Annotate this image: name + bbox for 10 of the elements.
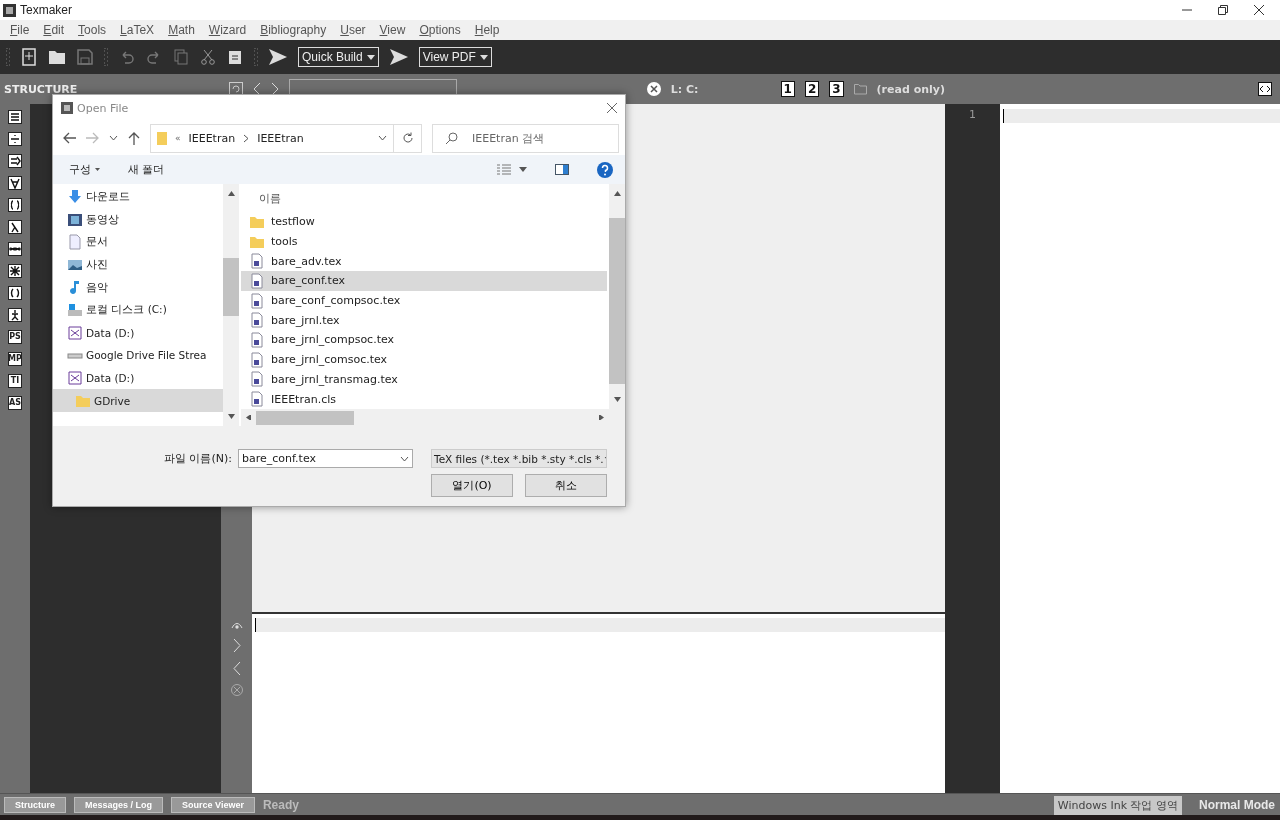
file-state: (read only) — [876, 82, 945, 96]
cursor-position: L: C: — [670, 82, 699, 96]
dialog-title: Open File — [77, 101, 129, 115]
file-name-label: 파일 이름(N): — [164, 451, 232, 466]
window-title: Texmaker — [20, 3, 72, 17]
panel-title: STRUCTURE — [4, 82, 78, 96]
line-number: 1 — [968, 108, 977, 121]
status-text: Ready — [262, 797, 299, 812]
tooltip: Windows Ink 작업 영역 — [1053, 796, 1182, 815]
editor-mode: Normal Mode — [1199, 797, 1275, 812]
